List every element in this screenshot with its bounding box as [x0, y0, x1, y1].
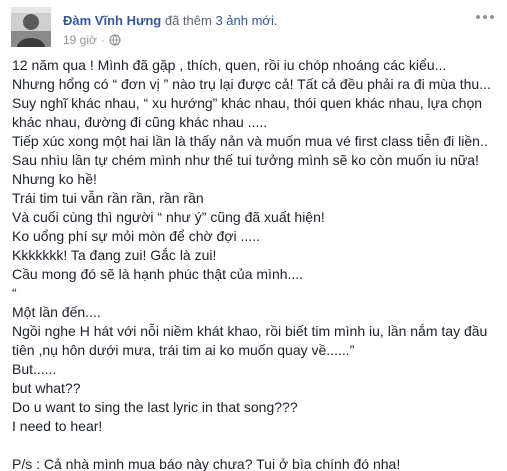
post-timestamp-link[interactable]: 19 giờ — [63, 33, 97, 47]
new-photos-link[interactable]: 3 ảnh mới. — [215, 13, 277, 28]
post-line: Cầu mong đó sẽ là hạnh phúc thật của mìn… — [12, 266, 304, 282]
post-line: tiên ,nụ hôn dưới mưa, trái tim ai ko mu… — [12, 342, 355, 358]
facebook-post: Đàm Vĩnh Hưng đã thêm 3 ảnh mới. 19 giờ … — [0, 0, 507, 471]
author-avatar[interactable] — [11, 7, 51, 47]
post-line: P/s : Cả nhà mình mua báo này chưa? Tui … — [12, 456, 401, 471]
post-line: Nhưng ko hề! — [12, 171, 97, 187]
post-line: Tiếp xúc xong một hai lần là thấy nản và… — [12, 133, 488, 149]
post-meta: 19 giờ · — [63, 33, 121, 47]
globe-icon[interactable] — [109, 34, 121, 46]
post-line: Kkkkkkk! Ta đang zui! Gắc là zui! — [12, 247, 217, 263]
author-name-link[interactable]: Đàm Vĩnh Hưng — [63, 13, 161, 28]
post-line: Ngồi nghe H hát với nỗi niềm khát khao, … — [12, 323, 488, 339]
post-line: But...... — [12, 361, 57, 377]
post-line: “ — [12, 285, 17, 301]
post-line: 12 năm qua ! Mình đã gặp , thích, quen, … — [12, 57, 447, 73]
post-line: Do u want to sing the last lyric in that… — [12, 399, 298, 415]
post-line: khác nhau, đường đi cũng khác nhau ..... — [12, 114, 268, 130]
avatar-image — [11, 7, 51, 47]
post-line: I need to hear! — [12, 418, 103, 434]
more-options-icon[interactable] — [475, 10, 495, 24]
post-body: 12 năm qua ! Mình đã gặp , thích, quen, … — [12, 56, 500, 471]
post-line: Trái tim tui vẫn rần rần, rần rần — [12, 190, 204, 206]
post-line: Suy nghĩ khác nhau, “ xu hướng” khác nha… — [12, 95, 483, 111]
post-line: Và cuối cùng thì người “ như ý” cũng đã … — [12, 209, 325, 225]
post-action-text: đã thêm — [161, 13, 216, 28]
post-line: but what?? — [12, 380, 81, 396]
meta-separator: · — [100, 33, 105, 47]
post-header: Đàm Vĩnh Hưng đã thêm 3 ảnh mới. — [63, 13, 277, 29]
post-line: Một lần đến.... — [12, 304, 101, 320]
post-line: Sau nhìu lần tự chém mình như thế tui tư… — [12, 152, 479, 168]
post-line: Ko uổng phí sự mỏi mòn để chờ đợi ..... — [12, 228, 260, 244]
post-line: Nhưng hổng có “ đơn vị ” nào trụ lại đượ… — [12, 76, 491, 92]
